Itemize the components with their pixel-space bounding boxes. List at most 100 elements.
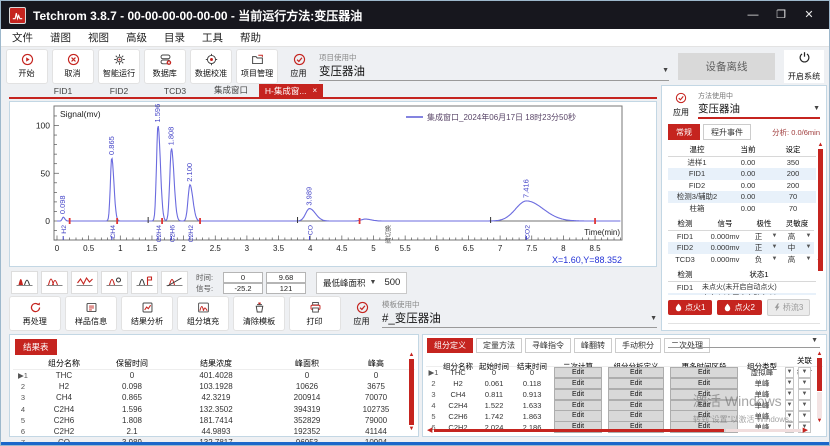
table-row[interactable]: 5C2H61.7421.863EditEditEdit单峰▼▼ — [426, 410, 823, 421]
edit-button[interactable]: Edit — [608, 378, 664, 390]
tab-组分定义[interactable]: 组分定义 — [427, 338, 473, 353]
chevron-down-icon[interactable]: ▼ — [803, 231, 814, 243]
edit-button[interactable]: Edit — [554, 389, 602, 401]
min-peak-area-control[interactable]: 最低峰面积 ▼ 500 — [316, 272, 407, 294]
tab-定量方法[interactable]: 定量方法 — [476, 338, 522, 353]
signal-tab-active[interactable]: H-集成窗...× — [259, 84, 323, 97]
edit-button[interactable]: Edit — [554, 410, 602, 422]
peak-drop-button[interactable] — [101, 271, 128, 294]
ignite-2-button[interactable]: 点火2 — [717, 300, 761, 315]
chevron-down-icon[interactable]: ▼ — [803, 254, 814, 266]
scroll-right-icon[interactable]: ▶ — [803, 427, 808, 434]
power-on-system-button[interactable]: 开启系统 — [784, 50, 824, 83]
scroll-down-icon[interactable]: ▼ — [816, 258, 823, 265]
peak-mark-button[interactable] — [131, 271, 158, 294]
menu-item[interactable]: 视图 — [88, 30, 109, 45]
time-min-input[interactable]: 0 — [223, 272, 263, 283]
tab-程升事件[interactable]: 程升事件 — [703, 124, 751, 140]
chevron-down-icon[interactable]: ▼ — [798, 411, 811, 422]
results-vertical-scrollbar[interactable]: ▲ ▼ — [408, 352, 415, 432]
method-vertical-scrollbar[interactable]: ▲ — [817, 142, 824, 272]
minimize-button[interactable]: — — [739, 5, 767, 25]
signal-tab-fid2[interactable]: FID2 — [91, 86, 147, 97]
toolbar-button-clear-template[interactable]: 清除模板 — [233, 296, 285, 331]
edit-button[interactable]: Edit — [554, 378, 602, 390]
scroll-up-icon[interactable]: ▲ — [818, 142, 824, 148]
scroll-up-icon[interactable]: ▲ — [409, 352, 415, 358]
chevron-down-icon[interactable]: ▼ — [650, 315, 657, 322]
menu-item[interactable]: 文件 — [12, 30, 33, 45]
chevron-down-icon[interactable]: ▼ — [769, 242, 780, 254]
close-button[interactable]: ✕ — [795, 5, 823, 25]
menu-item[interactable]: 目录 — [164, 30, 185, 45]
definition-vertical-scrollbar[interactable]: ▲ ▼ — [816, 351, 823, 424]
edit-button[interactable]: Edit — [670, 410, 738, 422]
peak-double-button[interactable] — [41, 271, 68, 294]
table-row[interactable]: 5C2H61.808181.741435282979000 — [13, 415, 415, 426]
signal-tab-tcd3[interactable]: TCD3 — [147, 86, 203, 97]
apply-project-button[interactable]: 应用 — [282, 50, 316, 83]
chevron-down-icon[interactable]: ▼ — [798, 389, 811, 400]
toolbar-button-smart-run[interactable]: 智能运行 — [98, 49, 140, 84]
peak-slope-button[interactable] — [161, 271, 188, 294]
toolbar-button-database[interactable]: 数据库 — [144, 49, 186, 84]
chevron-down-icon[interactable]: ▼ — [769, 254, 780, 266]
toolbar-button-cancel[interactable]: 取消 — [52, 49, 94, 84]
tab-常规[interactable]: 常规 — [668, 124, 700, 140]
chevron-down-icon[interactable]: ▼ — [798, 367, 811, 378]
table-row[interactable]: ▶1THC0401.402800 — [13, 370, 415, 381]
time-max-input[interactable]: 9.68 — [266, 272, 306, 283]
toolbar-button-calibration[interactable]: 数据校准 — [190, 49, 232, 84]
edit-button[interactable]: Edit — [670, 378, 738, 390]
bridge-current-button[interactable]: 桥流3 — [767, 299, 810, 316]
min-peak-area-input[interactable]: 500 — [384, 277, 400, 288]
toolbar-button-result-analysis[interactable]: 结果分析 — [121, 296, 173, 331]
device-offline-button[interactable]: 设备离线 — [678, 53, 775, 80]
toolbar-button-component-fill[interactable]: 组分填充 — [177, 296, 229, 331]
edit-button[interactable]: Edit — [608, 389, 664, 401]
chevron-down-icon[interactable]: ▼ — [785, 400, 794, 411]
chromatogram-panel[interactable]: 05010000.511.522.533.544.555.566.577.588… — [9, 101, 657, 267]
chevron-down-icon[interactable]: ▼ — [662, 67, 669, 74]
edit-button[interactable]: Edit — [670, 389, 738, 401]
table-row[interactable]: 2H20.098103.1928106263675 — [13, 381, 415, 392]
chevron-down-icon[interactable]: ▼ — [769, 231, 780, 243]
edit-button[interactable]: Edit — [608, 410, 664, 422]
table-row[interactable]: 2H20.0610.118EditEditEdit单峰▼▼ — [426, 378, 823, 389]
template-in-use-dropdown[interactable]: 模板使用中 #_变压器油 ▼ — [382, 299, 657, 328]
edit-button[interactable]: Edit — [608, 367, 664, 379]
method-in-use-dropdown[interactable]: 方法使用中 变压器油 ▼ — [698, 91, 820, 119]
empty-dropdown[interactable]: ▼ — [668, 333, 820, 348]
table-row[interactable]: ▶1THC00EditEditEdit虚拟峰▼▼ — [426, 367, 823, 378]
apply-method-button[interactable]: 应用 — [668, 91, 694, 119]
chevron-down-icon[interactable]: ▼ — [785, 411, 794, 422]
signal-min-input[interactable]: -25.2 — [223, 283, 263, 294]
toolbar-button-sample-info[interactable]: 样品信息 — [65, 296, 117, 331]
table-row[interactable]: 4C2H41.596132.3502394319102735 — [13, 404, 415, 415]
tab-手动积分[interactable]: 手动积分 — [615, 338, 661, 353]
peak-fill-button[interactable] — [11, 271, 38, 294]
scroll-down-icon[interactable]: ▼ — [817, 418, 823, 424]
maximize-button[interactable]: ❐ — [767, 5, 795, 25]
menu-item[interactable]: 帮助 — [240, 30, 261, 45]
chevron-down-icon[interactable]: ▼ — [813, 105, 820, 112]
project-in-use-dropdown[interactable]: 项目使用中 变压器油 ▼ — [319, 52, 669, 81]
tab-寻峰指令[interactable]: 寻峰指令 — [525, 338, 571, 353]
peak-valley-button[interactable] — [71, 271, 98, 294]
signal-tab-集成窗口[interactable]: 集成窗口 — [203, 84, 259, 97]
tab-峰翻转[interactable]: 峰翻转 — [574, 338, 612, 353]
chevron-down-icon[interactable]: ▼ — [785, 378, 794, 389]
table-row[interactable]: 4C2H41.5221.633EditEditEdit单峰▼▼ — [426, 400, 823, 411]
chevron-down-icon[interactable]: ▼ — [798, 400, 811, 411]
edit-button[interactable]: Edit — [670, 400, 738, 412]
tab-results-table[interactable]: 结果表 — [15, 339, 57, 355]
scroll-down-icon[interactable]: ▼ — [409, 426, 415, 432]
toolbar-button-project[interactable]: 项目管理 — [236, 49, 278, 84]
toolbar-button-start[interactable]: 开始 — [6, 49, 48, 84]
menu-item[interactable]: 高级 — [126, 30, 147, 45]
chevron-down-icon[interactable]: ▼ — [370, 279, 377, 286]
scroll-left-icon[interactable]: ◀ — [427, 427, 432, 434]
edit-button[interactable]: Edit — [608, 400, 664, 412]
table-row[interactable]: 3CH40.8110.913EditEditEdit单峰▼▼ — [426, 389, 823, 400]
menu-item[interactable]: 工具 — [202, 30, 223, 45]
